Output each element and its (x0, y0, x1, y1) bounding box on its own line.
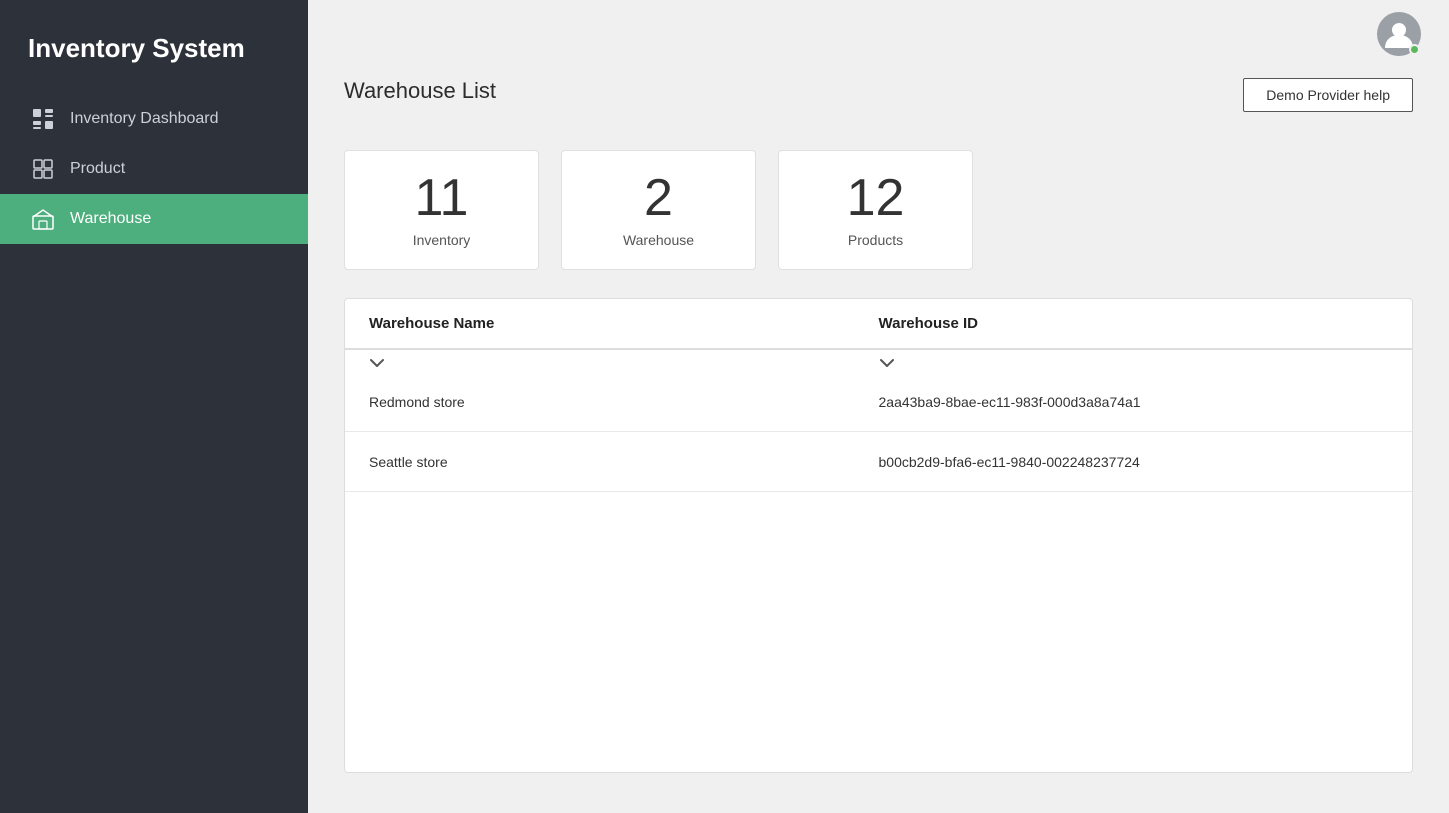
cell-id-1: b00cb2d9-bfa6-ec11-9840-002248237724 (879, 454, 1389, 470)
warehouse-table: Warehouse Name Warehouse ID Redmon (344, 298, 1413, 773)
status-indicator (1409, 44, 1420, 55)
stat-number-inventory: 11 (415, 172, 469, 224)
dashboard-icon (32, 108, 54, 130)
col-header-id: Warehouse ID (879, 315, 1389, 332)
sort-chevrons-row (345, 350, 1412, 372)
cell-name-0: Redmond store (369, 394, 879, 410)
col-header-name: Warehouse Name (369, 315, 879, 332)
stat-card-warehouse: 2 Warehouse (561, 150, 756, 270)
sidebar: Inventory System Inventory Dashboard (0, 0, 308, 813)
stats-row: 11 Inventory 2 Warehouse 12 Products (344, 150, 1413, 270)
user-avatar[interactable] (1377, 12, 1421, 56)
page-content: Warehouse List Demo Provider help 11 Inv… (308, 62, 1449, 813)
sidebar-item-inventory-dashboard[interactable]: Inventory Dashboard (0, 94, 308, 144)
sort-chevron-name[interactable] (369, 350, 879, 372)
stat-card-inventory: 11 Inventory (344, 150, 539, 270)
sidebar-item-warehouse[interactable]: Warehouse (0, 194, 308, 244)
top-bar (308, 0, 1449, 62)
sidebar-nav: Inventory Dashboard Product (0, 94, 308, 244)
page-title: Warehouse List (344, 78, 496, 104)
sidebar-item-label-product: Product (70, 160, 125, 178)
table-row[interactable]: Seattle store b00cb2d9-bfa6-ec11-9840-00… (345, 432, 1412, 492)
table-empty-space (345, 492, 1412, 772)
stat-number-warehouse: 2 (644, 172, 673, 224)
stat-label-inventory: Inventory (413, 232, 471, 248)
warehouse-icon (32, 208, 54, 230)
app-title: Inventory System (0, 0, 308, 94)
cell-id-0: 2aa43ba9-8bae-ec11-983f-000d3a8a74a1 (879, 394, 1389, 410)
table-row[interactable]: Redmond store 2aa43ba9-8bae-ec11-983f-00… (345, 372, 1412, 432)
stat-card-products: 12 Products (778, 150, 973, 270)
stat-label-warehouse: Warehouse (623, 232, 694, 248)
sort-chevron-id[interactable] (879, 350, 1389, 372)
main-content: Warehouse List Demo Provider help 11 Inv… (308, 0, 1449, 813)
product-icon (32, 158, 54, 180)
stat-number-products: 12 (847, 172, 905, 224)
cell-name-1: Seattle store (369, 454, 879, 470)
sidebar-item-label-warehouse: Warehouse (70, 210, 151, 228)
table-header: Warehouse Name Warehouse ID (345, 299, 1412, 350)
sidebar-item-product[interactable]: Product (0, 144, 308, 194)
stat-label-products: Products (848, 232, 903, 248)
help-button[interactable]: Demo Provider help (1243, 78, 1413, 112)
sidebar-item-label-dashboard: Inventory Dashboard (70, 110, 219, 128)
